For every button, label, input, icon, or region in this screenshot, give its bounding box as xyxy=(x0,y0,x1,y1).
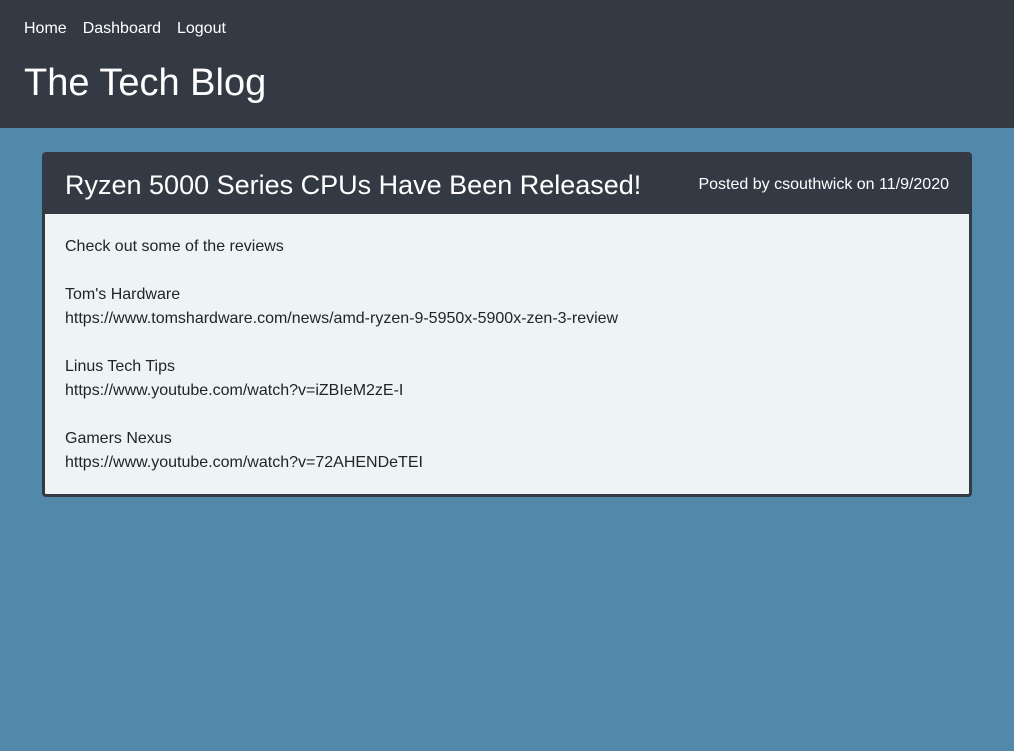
post-line-spacer xyxy=(65,331,949,355)
site-title: The Tech Blog xyxy=(24,62,267,104)
review-source-toms-hardware: Tom's Hardware xyxy=(65,286,181,303)
review-url-gamers-nexus: https://www.youtube.com/watch?v=72AHENDe… xyxy=(65,454,423,471)
post-header: Ryzen 5000 Series CPUs Have Been Release… xyxy=(45,155,969,214)
post-line-spacer xyxy=(65,403,949,427)
post-meta: Posted by csouthwick on 11/9/2020 xyxy=(698,175,949,193)
post-body: Check out some of the reviews Tom's Hard… xyxy=(45,214,969,494)
nav-logout-link[interactable]: Logout xyxy=(177,19,226,39)
review-url-toms-hardware: https://www.tomshardware.com/news/amd-ry… xyxy=(65,310,619,327)
site-header: Home Dashboard Logout The Tech Blog xyxy=(0,0,1014,128)
review-url-linus-tech-tips: https://www.youtube.com/watch?v=iZBIeM2z… xyxy=(65,382,404,399)
nav-home-link[interactable]: Home xyxy=(24,19,67,39)
top-nav: Home Dashboard Logout xyxy=(24,19,226,39)
post-title: Ryzen 5000 Series CPUs Have Been Release… xyxy=(65,169,642,200)
review-source-linus-tech-tips: Linus Tech Tips xyxy=(65,358,175,375)
nav-dashboard-link[interactable]: Dashboard xyxy=(83,19,161,39)
post-line-spacer xyxy=(65,259,949,283)
post-card: Ryzen 5000 Series CPUs Have Been Release… xyxy=(42,152,972,497)
post-intro-line: Check out some of the reviews xyxy=(65,238,284,255)
review-source-gamers-nexus: Gamers Nexus xyxy=(65,430,172,447)
